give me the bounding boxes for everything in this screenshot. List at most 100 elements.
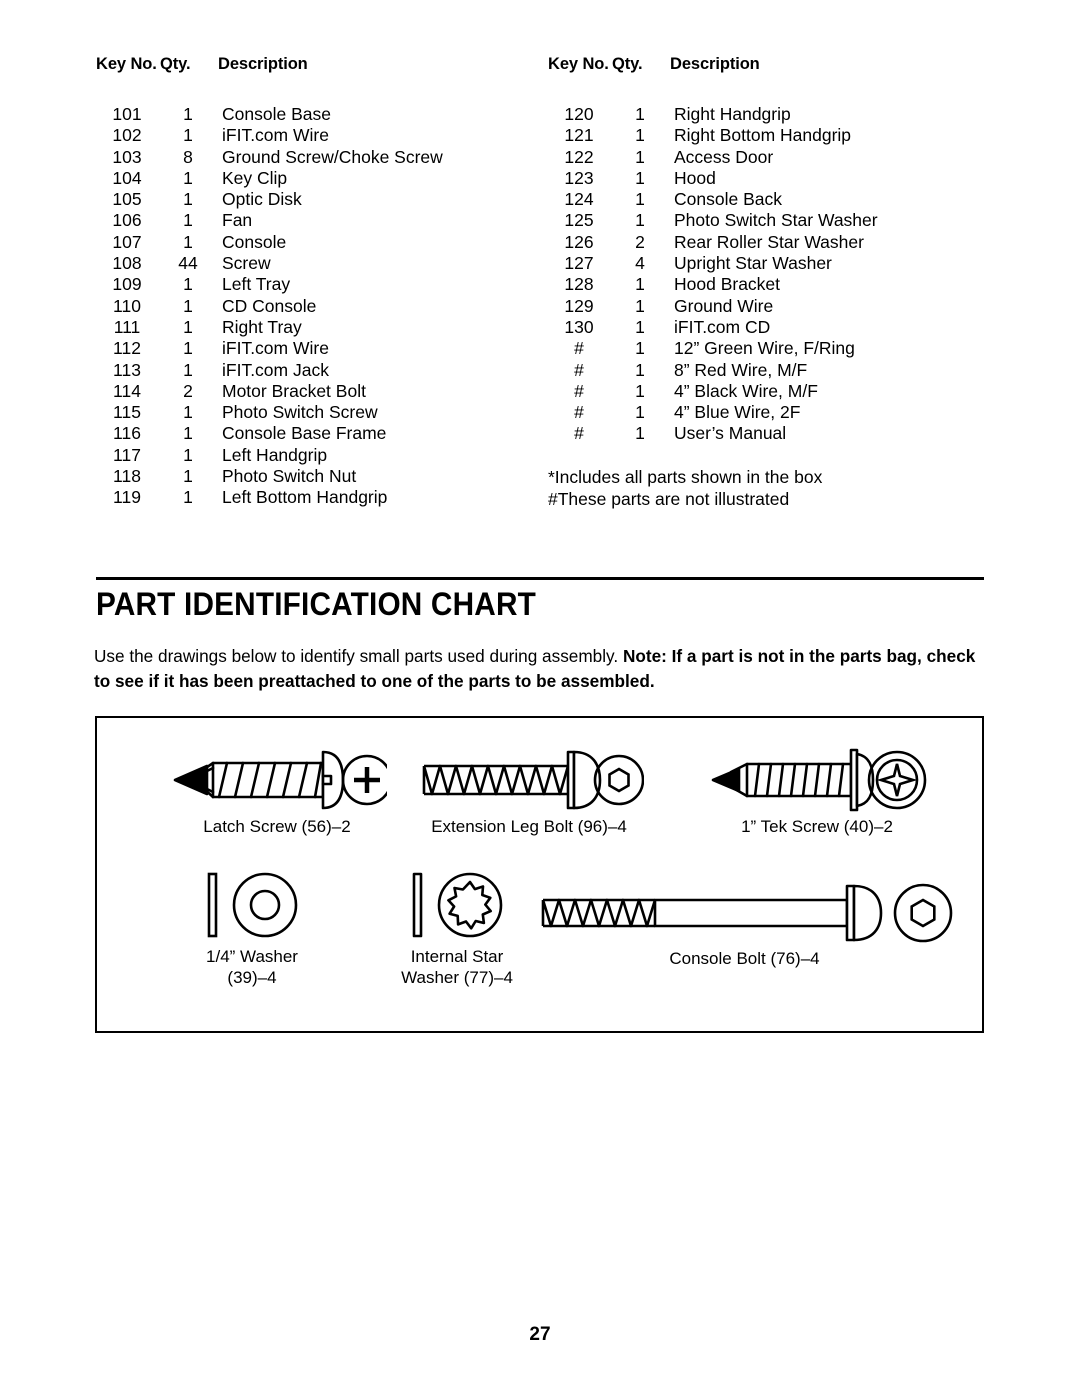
cell-key-no: # [574, 402, 584, 423]
page-title: PART IDENTIFICATION CHART [96, 586, 536, 622]
cell-description: Console Back [674, 189, 782, 210]
cell-key-no: 101 [112, 104, 142, 124]
cell-qty: 1 [183, 210, 193, 231]
table-row: 124 1 Console Back [548, 189, 878, 210]
cell-description: Photo Switch Nut [222, 466, 357, 487]
cell-qty: 1 [635, 295, 645, 316]
cell-key-no: 129 [564, 295, 594, 316]
cell-description: Left Bottom Handgrip [222, 487, 388, 508]
table-row: 115 1 Photo Switch Screw [96, 402, 443, 423]
cell-qty: 1 [183, 466, 193, 487]
table-row: 120 1 Right Handgrip [548, 104, 878, 125]
table-row: #1 User’s Manual [548, 423, 878, 444]
part-diagram-quarter-inch-washer: 1/4” Washer (39)–4 [137, 864, 367, 988]
cell-description: iFIT.com Wire [222, 125, 329, 146]
cell-qty: 4 [635, 253, 645, 274]
cell-qty: 1 [183, 295, 193, 316]
cell-key-no: 125 [564, 210, 594, 231]
table-row: #1 12” Green Wire, F/Ring [548, 338, 878, 359]
cell-description: iFIT.com Wire [222, 338, 329, 359]
cell-description: Left Handgrip [222, 444, 328, 465]
cell-qty: 1 [635, 338, 645, 359]
table-row: 122 1 Access Door [548, 147, 878, 168]
cell-qty: 1 [183, 423, 193, 444]
table-row: 110 1 CD Console [96, 296, 443, 317]
cell-description: iFIT.com Jack [222, 359, 329, 380]
cell-key-no: 121 [564, 125, 594, 146]
cell-description: User’s Manual [674, 423, 787, 444]
cell-description: Photo Switch Screw [222, 402, 378, 423]
cell-key-no: # [574, 423, 584, 444]
cell-key-no: 108 [112, 253, 142, 274]
cell-description: Hood [674, 167, 716, 188]
table-row: 102 1 iFIT.com Wire [96, 125, 443, 146]
table-row: 127 4 Upright Star Washer [548, 253, 878, 274]
parts-list-rows-right: 120 1 Right Handgrip 121 1 Right Bottom Handg… [548, 104, 878, 445]
table-row: 113 1 iFIT.com Jack [96, 360, 443, 381]
cell-key-no: 107 [112, 231, 142, 252]
extension-leg-bolt-label: Extension Leg Bolt (96)–4 [431, 817, 627, 836]
cell-description: Console Base Frame [222, 423, 387, 444]
cell-description: Right Handgrip [674, 104, 791, 124]
cell-qty: 1 [635, 423, 645, 444]
table-row: #1 8” Red Wire, M/F [548, 360, 878, 381]
cell-qty: 1 [635, 104, 645, 124]
cell-qty: 1 [183, 487, 193, 508]
column-header-qty: Qty. [160, 55, 191, 73]
parts-list-right-column: Key No. Qty. Description 120 1 Right Handgri… [548, 55, 878, 445]
cell-key-no: 114 [113, 380, 141, 401]
cell-qty: 2 [635, 231, 645, 252]
cell-key-no: 111 [113, 316, 141, 337]
column-header-key-no: Key No. [548, 55, 609, 73]
table-row: 104 1 Key Clip [96, 168, 443, 189]
cell-description: Screw [222, 253, 271, 274]
cell-qty: 1 [183, 231, 193, 252]
cell-description: CD Console [222, 295, 317, 316]
cell-description: Ground Screw/Choke Screw [222, 146, 443, 167]
table-row: 109 1 Left Tray [96, 274, 443, 295]
cell-qty: 1 [183, 444, 193, 465]
table-row: 101 1 Console Base [96, 104, 443, 125]
cell-key-no: 106 [112, 210, 142, 231]
cell-key-no: 126 [564, 231, 594, 252]
cell-qty: 1 [635, 380, 645, 401]
cell-qty: 1 [635, 210, 645, 231]
parts-list-header-left: Key No. Qty. Description [96, 55, 443, 83]
intro-plain-text: Use the drawings below to identify small… [94, 646, 623, 666]
tek-screw-icon [657, 744, 977, 816]
table-row: 126 2 Rear Roller Star Washer [548, 232, 878, 253]
table-row: 112 1 iFIT.com Wire [96, 338, 443, 359]
console-bolt-icon [517, 878, 972, 948]
column-header-qty: Qty. [612, 55, 643, 73]
cell-description: Key Clip [222, 167, 288, 188]
cell-description: Rear Roller Star Washer [674, 231, 864, 252]
cell-key-no: 118 [113, 466, 141, 487]
console-bolt-label: Console Bolt (76)–4 [669, 949, 820, 968]
table-row: 118 1 Photo Switch Nut [96, 466, 443, 487]
page-number: 27 [529, 1324, 551, 1345]
cell-qty: 1 [183, 125, 193, 146]
table-row: 123 1 Hood [548, 168, 878, 189]
cell-key-no: 103 [112, 146, 142, 167]
cell-qty: 1 [183, 402, 193, 423]
cell-qty: 1 [635, 189, 645, 210]
cell-description: Fan [222, 210, 253, 231]
washer-icon [137, 864, 367, 946]
cell-key-no: # [574, 380, 584, 401]
table-row: 129 1 Ground Wire [548, 296, 878, 317]
table-row: 125 1 Photo Switch Star Washer [548, 210, 877, 231]
column-header-key-no: Key No. [96, 55, 157, 73]
cell-key-no: 124 [564, 189, 594, 210]
cell-description: 8” Red Wire, M/F [674, 359, 808, 380]
cell-description: Right Tray [222, 316, 302, 337]
intro-paragraph: Use the drawings below to identify small… [94, 644, 994, 694]
cell-qty: 1 [635, 274, 645, 295]
table-row: 103 8 Ground Screw/Choke Screw [96, 146, 443, 168]
cell-qty: 2 [183, 380, 193, 401]
table-row: 107 1 Console [96, 232, 443, 253]
table-row: 119 1 Left Bottom Handgrip [96, 487, 443, 508]
table-row: 114 2 Motor Bracket Bolt [96, 381, 443, 402]
cell-key-no: 128 [564, 274, 594, 295]
cell-qty: 1 [635, 402, 645, 423]
parts-list-rows-left: 101 1 Console Base 102 1 iFIT.com Wire 103 8 Gro… [96, 104, 443, 509]
